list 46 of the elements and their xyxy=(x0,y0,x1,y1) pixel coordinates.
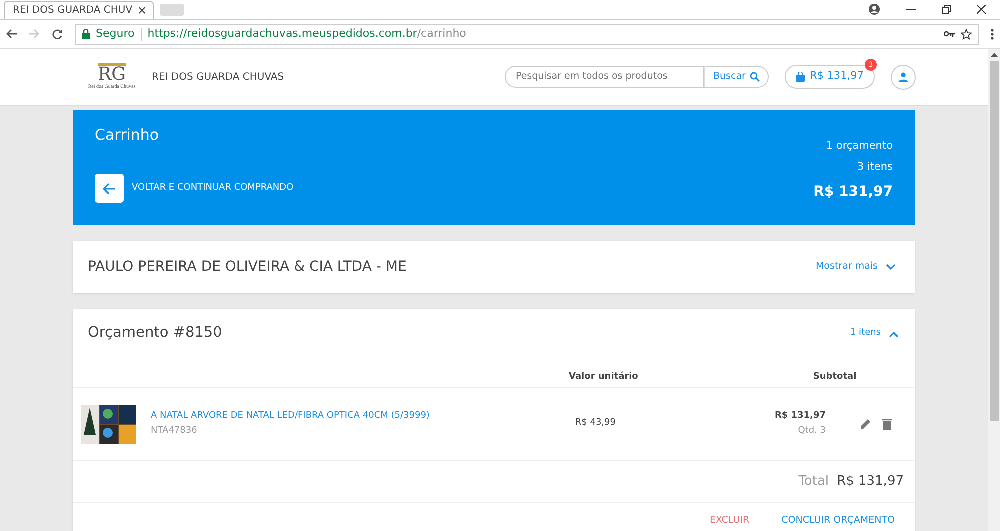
edit-icon[interactable] xyxy=(860,418,872,430)
trash-icon[interactable] xyxy=(882,418,892,430)
scroll-up-icon[interactable] xyxy=(990,53,998,57)
page-title: Carrinho xyxy=(95,125,160,146)
bag-icon xyxy=(796,72,805,82)
search-field[interactable]: Pesquisar em todos os produtos xyxy=(504,66,704,88)
item-count: 3 itens xyxy=(857,160,893,176)
product-link[interactable]: A NATAL ARVORE DE NATAL LED/FIBRA OPTICA 40CM (5/3999) xyxy=(151,410,561,423)
column-header: Subtotal xyxy=(813,370,857,384)
menu-icon[interactable] xyxy=(991,28,994,40)
row-quantity: Qtd. 3 xyxy=(798,425,826,438)
restore-icon[interactable] xyxy=(942,5,951,14)
back-icon[interactable] xyxy=(6,29,17,39)
store-name: REI DOS GUARDA CHUVAS xyxy=(152,70,284,84)
arrow-left-icon xyxy=(103,182,116,194)
close-icon[interactable] xyxy=(977,5,986,14)
secure-label: Seguro xyxy=(96,26,135,42)
back-button[interactable] xyxy=(95,174,124,203)
key-icon[interactable] xyxy=(944,31,955,37)
items-toggle[interactable]: 1 itens xyxy=(849,326,900,342)
search-button[interactable]: Buscar xyxy=(704,66,769,88)
close-icon[interactable] xyxy=(138,7,145,14)
row-subtotal: R$ 131,97 xyxy=(774,410,826,422)
lock-icon xyxy=(82,29,90,39)
quote-title: Orçamento #8150 xyxy=(88,324,222,344)
total-value: R$ 131,97 xyxy=(837,472,904,491)
delete-button[interactable]: EXCLUIR xyxy=(708,512,751,530)
product-sku: NTA47836 xyxy=(151,425,198,438)
reload-icon[interactable] xyxy=(52,28,63,40)
back-link[interactable]: VOLTAR E CONTINUAR COMPRANDO xyxy=(132,182,294,196)
search-icon xyxy=(750,72,760,82)
account-icon[interactable] xyxy=(869,4,880,15)
scrollbar-thumb[interactable] xyxy=(990,61,998,421)
address-bar[interactable]: Seguro https://reidosguardachuvas.meuspedidos.com.br/carrinho xyxy=(75,24,979,44)
quote-count: 1 orçamento xyxy=(826,138,893,154)
confirm-button[interactable]: CONCLUIR ORÇAMENTO xyxy=(780,512,896,530)
browser-tab[interactable]: REI DOS GUARDA CHUV xyxy=(4,1,154,19)
unit-price: R$ 43,99 xyxy=(574,417,616,430)
star-icon[interactable] xyxy=(961,28,972,40)
url-text: https://reidosguardachuvas.meuspedidos.com.br/carrinho xyxy=(148,26,466,42)
cart-total: R$ 131,97 xyxy=(814,183,893,202)
total-label: Total xyxy=(798,472,830,491)
user-icon[interactable] xyxy=(891,64,916,90)
show-more-link[interactable]: Mostrar mais xyxy=(814,258,897,276)
column-header: Valor unitário xyxy=(569,370,638,384)
company-name: PAULO PEREIRA DE OLIVEIRA & CIA LTDA - ME xyxy=(88,258,407,276)
